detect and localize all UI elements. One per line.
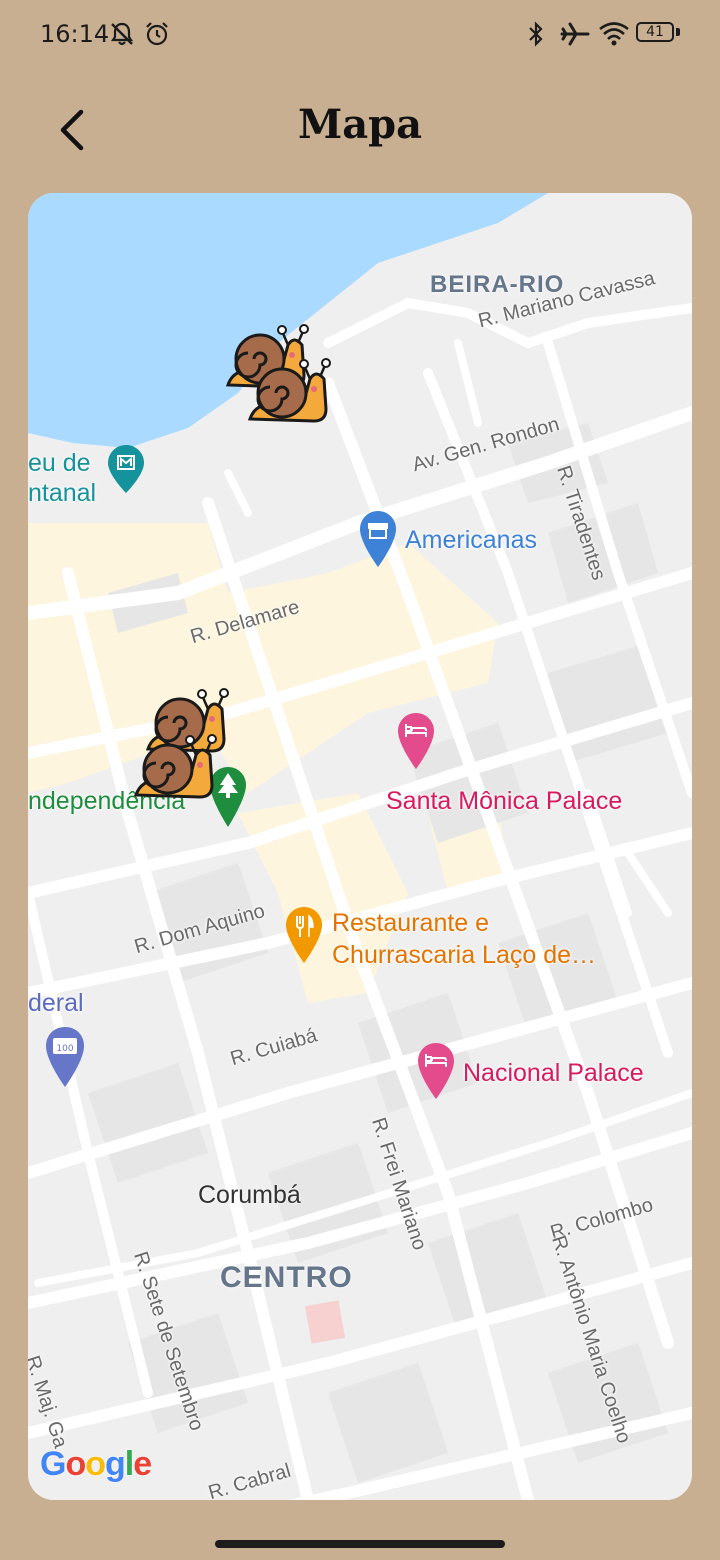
battery-icon: 41: [636, 22, 674, 42]
map-view[interactable]: BEIRA-RIO CENTRO Corumbá R. Mariano Cava…: [28, 193, 692, 1500]
restaurant-pin-icon[interactable]: [286, 907, 322, 963]
google-logo: Google: [40, 1445, 152, 1483]
alarm-icon: [146, 22, 168, 46]
hotel-pin-icon[interactable]: [418, 1043, 454, 1099]
notifications-off-icon: [110, 22, 134, 46]
page-title: Mapa: [297, 101, 423, 148]
airplane-mode-icon: [560, 22, 590, 46]
snail-marker-icon[interactable]: [132, 733, 222, 807]
hotel-pin-icon[interactable]: [398, 713, 434, 769]
poi-label-americanas[interactable]: Americanas: [405, 526, 537, 555]
poi-label-santa-monica[interactable]: Santa Mônica Palace: [386, 787, 622, 816]
bluetooth-icon: [529, 21, 543, 47]
shopping-pin-icon[interactable]: [360, 511, 396, 567]
museum-pin-icon[interactable]: [108, 445, 144, 493]
district-label-centro: CENTRO: [220, 1261, 353, 1294]
header: Mapa: [0, 95, 720, 165]
status-bar: 16:14 41: [0, 0, 720, 70]
poi-label-museum[interactable]: ntanal: [28, 479, 96, 508]
wifi-icon: [599, 22, 629, 46]
poi-label-museum[interactable]: eu de: [28, 449, 91, 478]
status-time: 16:14: [40, 20, 110, 48]
map-canvas: [28, 193, 692, 1500]
battery-tip: [676, 28, 680, 36]
svg-text:100: 100: [56, 1044, 73, 1054]
snail-marker-icon[interactable]: [246, 357, 336, 431]
poi-label-nacional-palace[interactable]: Nacional Palace: [463, 1059, 644, 1088]
landmark-pin-icon[interactable]: 100: [46, 1027, 84, 1087]
home-indicator: [215, 1540, 505, 1548]
poi-label-restaurant[interactable]: Restaurante e: [332, 909, 489, 938]
poi-label-restaurant[interactable]: Churrascaria Laço de…: [332, 941, 596, 970]
city-label: Corumbá: [198, 1181, 301, 1209]
poi-label-federal[interactable]: deral: [28, 989, 84, 1018]
